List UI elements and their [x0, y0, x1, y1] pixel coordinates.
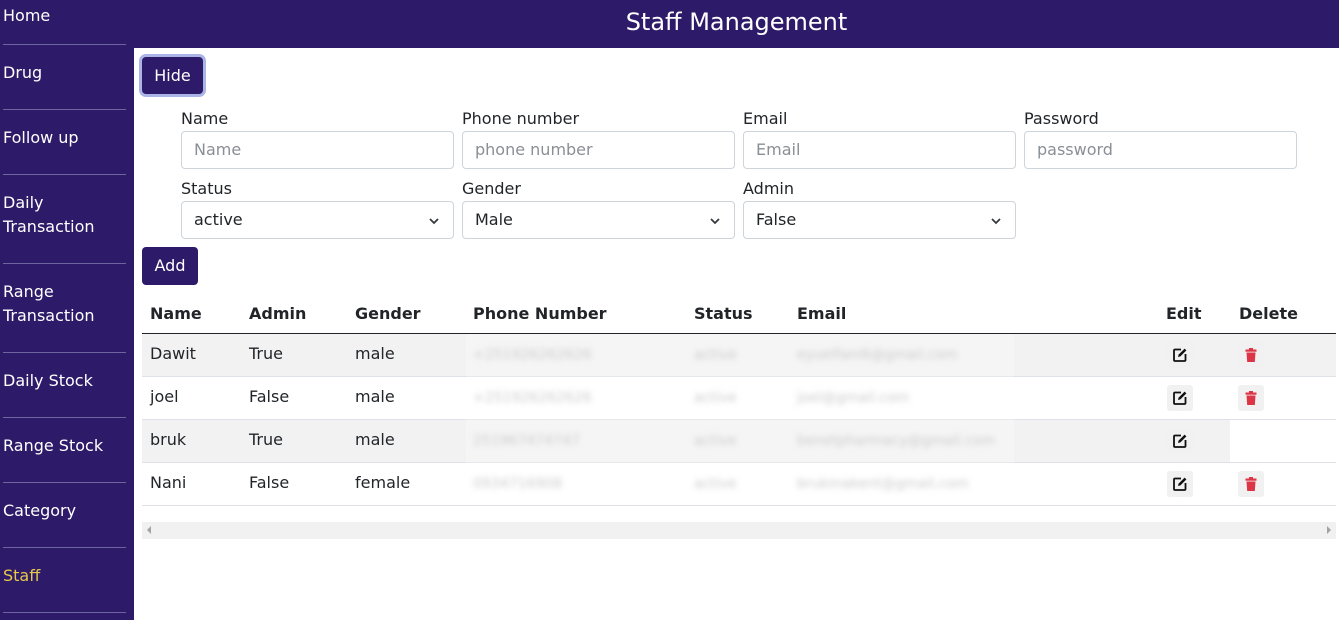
header-bar: Staff Management [134, 0, 1339, 48]
sidebar-divider [3, 352, 126, 353]
sidebar-item-drug[interactable]: Drug [3, 61, 126, 85]
admin-label: Admin [743, 179, 794, 198]
cell-name: joel [150, 387, 179, 406]
sidebar-item-daily-stock[interactable]: Daily Stock [3, 369, 126, 393]
cell-admin: False [249, 387, 290, 406]
sidebar-divider [3, 482, 126, 483]
cell-gender: male [355, 387, 395, 406]
chevron-down-icon [991, 218, 1001, 225]
email-label: Email [743, 109, 788, 128]
email-input[interactable]: Email [743, 131, 1016, 169]
row-divider [142, 505, 1336, 506]
edit-icon [1173, 348, 1187, 362]
scroll-left-arrow-icon[interactable] [147, 526, 151, 534]
admin-select-value: False [756, 210, 797, 229]
name-input[interactable]: Name [181, 131, 454, 169]
cell-admin: True [249, 344, 283, 363]
cell-admin: False [249, 473, 290, 492]
sidebar-divider [3, 612, 126, 613]
sidebar-item-category[interactable]: Category [3, 499, 126, 523]
sidebar: Home Drug Follow up Daily Transaction Ra… [0, 0, 134, 620]
column-header-admin: Admin [249, 304, 307, 323]
trash-icon [1245, 348, 1257, 362]
edit-button[interactable] [1167, 428, 1193, 454]
password-label: Password [1024, 109, 1099, 128]
column-header-status: Status [694, 304, 753, 323]
column-header-gender: Gender [355, 304, 421, 323]
sidebar-item-daily-transaction[interactable]: Daily Transaction [3, 191, 126, 239]
name-label: Name [181, 109, 229, 128]
chevron-down-icon [710, 218, 720, 225]
sidebar-item-home[interactable]: Home [3, 4, 126, 28]
cell-name: bruk [150, 430, 187, 449]
chevron-down-icon [429, 218, 439, 225]
column-header-phone: Phone Number [473, 304, 607, 323]
edit-button[interactable] [1167, 342, 1193, 368]
column-header-edit: Edit [1166, 304, 1202, 323]
phone-input[interactable]: phone number [462, 131, 735, 169]
sidebar-divider [3, 44, 126, 45]
page-title: Staff Management [625, 8, 848, 36]
edit-icon [1173, 477, 1187, 491]
add-button[interactable]: Add [142, 247, 198, 285]
sidebar-item-follow-up[interactable]: Follow up [3, 126, 126, 150]
edit-button[interactable] [1167, 385, 1193, 411]
column-header-delete: Delete [1239, 304, 1298, 323]
edit-icon [1173, 434, 1187, 448]
edit-icon [1173, 391, 1187, 405]
sidebar-item-range-transaction[interactable]: Range Transaction [3, 280, 126, 328]
status-label: Status [181, 179, 232, 198]
scroll-right-arrow-icon[interactable] [1327, 526, 1331, 534]
gender-select-value: Male [475, 210, 513, 229]
cell-name: Nani [150, 473, 187, 492]
gender-select[interactable]: Male [462, 201, 735, 239]
cell-gender: male [355, 430, 395, 449]
phone-label: Phone number [462, 109, 580, 128]
sidebar-item-range-stock[interactable]: Range Stock [3, 434, 126, 458]
sidebar-divider [3, 417, 126, 418]
delete-button[interactable] [1238, 385, 1264, 411]
sidebar-divider [3, 263, 126, 264]
sidebar-divider [3, 174, 126, 175]
cell-gender: female [355, 473, 411, 492]
cell-gender: male [355, 344, 395, 363]
password-input[interactable]: password [1024, 131, 1297, 169]
column-header-email: Email [797, 304, 847, 323]
cell-name: Dawit [150, 344, 196, 363]
sidebar-divider [3, 109, 126, 110]
gender-label: Gender [462, 179, 521, 198]
status-select-value: active [194, 210, 243, 229]
cell-admin: True [249, 430, 283, 449]
trash-icon [1245, 391, 1257, 405]
column-header-name: Name [150, 304, 202, 323]
admin-select[interactable]: False [743, 201, 1016, 239]
status-select[interactable]: active [181, 201, 454, 239]
privacy-blur-overlay [466, 334, 1014, 505]
sidebar-item-staff[interactable]: Staff [3, 564, 126, 588]
delete-button[interactable] [1238, 471, 1264, 497]
hide-button[interactable]: Hide [142, 57, 203, 94]
edit-button[interactable] [1167, 471, 1193, 497]
delete-button[interactable] [1238, 342, 1264, 368]
trash-icon [1245, 477, 1257, 491]
horizontal-scrollbar[interactable] [142, 522, 1336, 539]
sidebar-divider [3, 547, 126, 548]
